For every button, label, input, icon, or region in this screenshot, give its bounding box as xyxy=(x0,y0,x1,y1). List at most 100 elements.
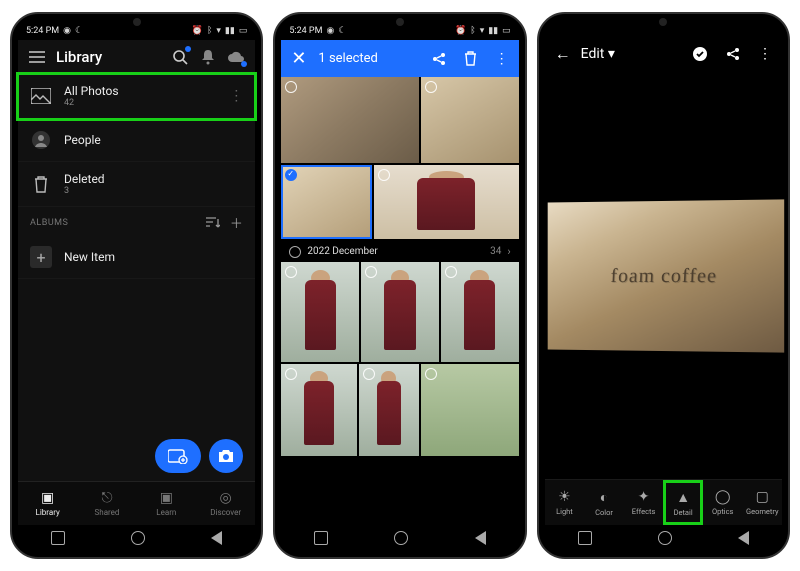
menu-icon[interactable] xyxy=(28,48,46,66)
nav-label: Learn xyxy=(156,508,176,517)
select-ring-icon[interactable] xyxy=(378,169,390,181)
photo-thumb[interactable] xyxy=(441,262,519,362)
android-navbar xyxy=(545,525,782,551)
sort-icon[interactable] xyxy=(206,217,220,229)
photo-preview: foam coffee xyxy=(547,199,784,352)
row-deleted[interactable]: Deleted 3 xyxy=(18,162,255,207)
phone-library: 5:24 PM ◉ ☾ ⏰ ᛒ ▾ ▮▮ ▭ Library xyxy=(10,12,263,559)
photo-thumb-selected[interactable] xyxy=(281,165,372,239)
nav-learn[interactable]: ▣ Learn xyxy=(137,482,196,525)
row-all-photos[interactable]: All Photos 42 ⋮ xyxy=(18,74,255,119)
more-icon[interactable]: ⋮ xyxy=(229,88,243,104)
geometry-icon: ▢ xyxy=(756,489,769,505)
home-button[interactable] xyxy=(658,531,672,545)
tool-color[interactable]: ◐ Color xyxy=(584,480,624,525)
photo-thumb[interactable] xyxy=(421,364,519,456)
recents-button[interactable] xyxy=(578,531,592,545)
trash-icon[interactable] xyxy=(464,51,477,66)
photos-icon xyxy=(30,85,52,107)
share-icon[interactable] xyxy=(726,47,740,61)
nav-label: Library xyxy=(36,508,60,517)
back-icon[interactable]: ← xyxy=(555,44,571,64)
row-title: People xyxy=(64,133,243,147)
select-ring-icon[interactable] xyxy=(285,81,297,93)
status-time: 5:24 PM xyxy=(26,26,59,36)
photo-thumb[interactable] xyxy=(374,165,519,239)
more-icon[interactable]: ⋮ xyxy=(495,51,509,67)
date-section[interactable]: 2022 December 34 › xyxy=(281,241,518,262)
tool-label: Effects xyxy=(632,507,656,516)
recents-button[interactable] xyxy=(51,531,65,545)
battery-icon: ▭ xyxy=(502,26,511,36)
nav-label: Discover xyxy=(210,508,241,517)
edit-canvas[interactable]: foam coffee xyxy=(545,72,782,479)
photo-thumb[interactable] xyxy=(361,262,439,362)
signal-icon: ▮▮ xyxy=(225,26,235,36)
row-text: New Item xyxy=(64,250,243,264)
select-ring-icon[interactable] xyxy=(425,368,437,380)
row-people[interactable]: People xyxy=(18,119,255,162)
select-ring-icon[interactable] xyxy=(445,266,457,278)
date-count: 34 xyxy=(490,246,501,257)
nav-shared[interactable]: ⎋ Shared xyxy=(77,482,136,525)
camera-fab[interactable] xyxy=(209,439,243,473)
page-title: Library xyxy=(56,48,161,66)
discover-icon: ◎ xyxy=(220,490,232,506)
shield-icon: ◉ xyxy=(63,26,71,36)
phone-selection: 5:24 PM ◉ ☾ ⏰ ᛒ ▾ ▮▮ ▭ ✕ 1 selected ⋮ xyxy=(273,12,526,559)
camera-notch xyxy=(133,18,141,26)
photo-text: foam coffee xyxy=(610,264,718,287)
add-photo-fab[interactable] xyxy=(155,439,201,473)
selection-count: 1 selected xyxy=(318,51,413,66)
edit-header: ← Edit ▾ ⋮ xyxy=(545,36,782,72)
home-button[interactable] xyxy=(394,531,408,545)
add-icon[interactable]: ＋ xyxy=(230,213,244,232)
tool-light[interactable]: ☀ Light xyxy=(545,480,585,525)
battery-icon: ▭ xyxy=(239,26,248,36)
photo-thumb[interactable] xyxy=(281,77,418,163)
row-new-item[interactable]: + New Item xyxy=(18,236,255,279)
photo-thumb[interactable] xyxy=(421,77,519,163)
select-ring-icon[interactable] xyxy=(425,81,437,93)
share-icon[interactable] xyxy=(432,52,446,66)
more-icon[interactable]: ⋮ xyxy=(758,46,772,62)
select-check-icon[interactable] xyxy=(285,169,297,181)
select-ring-icon[interactable] xyxy=(363,368,375,380)
back-button[interactable] xyxy=(475,531,486,545)
back-button[interactable] xyxy=(211,531,222,545)
cloud-icon[interactable] xyxy=(227,48,245,66)
tool-effects[interactable]: ✦ Effects xyxy=(624,480,664,525)
select-ring-icon[interactable] xyxy=(365,266,377,278)
select-all-icon[interactable] xyxy=(289,246,301,258)
select-ring-icon[interactable] xyxy=(285,266,297,278)
search-icon[interactable] xyxy=(171,48,189,66)
home-button[interactable] xyxy=(131,531,145,545)
photo-thumb[interactable] xyxy=(281,364,356,456)
date-label: 2022 December xyxy=(307,246,377,257)
recents-button[interactable] xyxy=(314,531,328,545)
row-title: All Photos xyxy=(64,84,217,98)
shield-icon: ◉ xyxy=(326,26,334,36)
alarm-icon: ⏰ xyxy=(455,26,466,36)
bell-icon[interactable] xyxy=(199,48,217,66)
row-text: All Photos 42 xyxy=(64,84,217,108)
check-circle-icon[interactable] xyxy=(692,46,708,62)
tool-label: Optics xyxy=(712,507,733,516)
nav-discover[interactable]: ◎ Discover xyxy=(196,482,255,525)
tool-optics[interactable]: ◯ Optics xyxy=(703,480,743,525)
nav-library[interactable]: ▣ Library xyxy=(18,482,77,525)
fab-row xyxy=(155,439,243,473)
phone-edit: ← Edit ▾ ⋮ foam coffee ☀ Light ◐ Color xyxy=(537,12,790,559)
edit-title[interactable]: Edit ▾ xyxy=(581,46,674,62)
tool-geometry[interactable]: ▢ Geometry xyxy=(742,480,782,525)
photo-thumb[interactable] xyxy=(359,364,419,456)
photo-thumb[interactable] xyxy=(281,262,359,362)
back-button[interactable] xyxy=(738,531,749,545)
close-icon[interactable]: ✕ xyxy=(291,48,306,69)
chevron-right-icon[interactable]: › xyxy=(507,245,510,258)
tool-detail[interactable]: ▲ Detail xyxy=(663,480,703,525)
select-ring-icon[interactable] xyxy=(285,368,297,380)
library-header: Library xyxy=(18,40,255,74)
row-count: 3 xyxy=(64,186,243,196)
photo-grid: 2022 December 34 › xyxy=(281,77,518,525)
